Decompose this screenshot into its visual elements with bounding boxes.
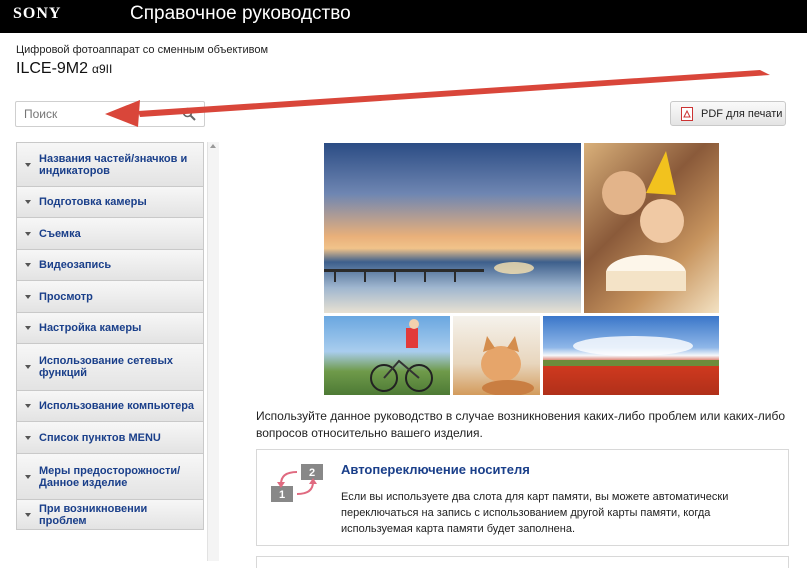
- birthday-photo: [584, 143, 719, 313]
- expand-triangle-icon: [25, 231, 31, 236]
- sidebar-nav: Названия частей/значков и индикаторов Под…: [16, 142, 204, 530]
- memory-card-switch-icon: 2 1: [271, 464, 323, 502]
- sidebar-item-label: Съемка: [39, 227, 81, 240]
- sidebar-item-7[interactable]: Использование компьютера: [16, 390, 204, 421]
- sony-logo[interactable]: SONY: [13, 5, 61, 23]
- sidebar-item-0[interactable]: Названия частей/значков и индикаторов: [16, 142, 204, 186]
- product-subtitle: Цифровой фотоаппарат со сменным объектив…: [16, 44, 269, 56]
- next-feature-card[interactable]: [256, 556, 789, 568]
- intro-text: Используйте данное руководство в случае …: [256, 409, 786, 440]
- sidebar-item-9[interactable]: Меры предосторожности/ Данное изделие: [16, 453, 204, 499]
- sidebar-item-label: При возникновении проблем: [39, 502, 148, 527]
- expand-triangle-icon: [25, 435, 31, 440]
- sidebar-item-5[interactable]: Настройка камеры: [16, 312, 204, 343]
- sidebar-item-4[interactable]: Просмотр: [16, 280, 204, 312]
- sidebar-scrollbar[interactable]: [207, 142, 219, 561]
- search-icon[interactable]: [182, 107, 196, 121]
- sidebar-item-8[interactable]: Список пунктов MENU: [16, 421, 204, 453]
- pdf-button-label: PDF для печати: [701, 108, 783, 120]
- cat-photo: [453, 316, 540, 395]
- scroll-up-arrow-icon[interactable]: [210, 144, 216, 148]
- expand-triangle-icon: [25, 200, 31, 204]
- model-alt-name: α9II: [92, 62, 113, 76]
- expand-triangle-icon: [25, 512, 31, 517]
- sidebar-item-2[interactable]: Съемка: [16, 217, 204, 249]
- sidebar-item-6[interactable]: Использование сетевых функций: [16, 343, 204, 390]
- model-name: ILCE-9M2: [16, 60, 89, 77]
- top-bar: SONY Справочное руководство: [0, 0, 807, 33]
- sidebar-item-label: Названия частей/значков и индикаторов: [39, 152, 188, 177]
- feature-card-title[interactable]: Автопереключение носителя: [341, 462, 530, 477]
- poppy-field-photo: [543, 316, 719, 395]
- expand-triangle-icon: [25, 365, 31, 369]
- sidebar-item-3[interactable]: Видеозапись: [16, 249, 204, 280]
- expand-triangle-icon: [25, 404, 31, 408]
- card-icon-label-2: 2: [309, 467, 315, 479]
- sidebar-item-label: Настройка камеры: [39, 322, 142, 334]
- expand-triangle-icon: [25, 162, 31, 167]
- expand-triangle-icon: [25, 294, 31, 299]
- sidebar-item-label: Использование компьютера: [39, 400, 195, 412]
- expand-triangle-icon: [25, 474, 31, 479]
- cyclist-photo: [324, 316, 450, 395]
- sidebar-item-label: Меры предосторожности/ Данное изделие: [39, 464, 181, 489]
- sidebar-item-label: Видеозапись: [39, 259, 112, 271]
- sidebar-item-label: Использование сетевых функций: [39, 355, 173, 379]
- expand-triangle-icon: [25, 263, 31, 267]
- sidebar-item-1[interactable]: Подготовка камеры: [16, 186, 204, 217]
- sidebar-item-10[interactable]: При возникновении проблем: [16, 499, 204, 530]
- feature-card-description: Если вы используете два слота для карт п…: [341, 491, 729, 535]
- hero-image-collage: [324, 143, 719, 395]
- card-icon-label-1: 1: [279, 489, 285, 501]
- pdf-print-button[interactable]: PDF для печати: [670, 101, 786, 126]
- product-model: ILCE-9M2 α9II: [16, 60, 112, 78]
- pdf-icon: [681, 107, 693, 121]
- sidebar-item-label: Список пунктов MENU: [39, 431, 161, 444]
- app-title: Справочное руководство: [130, 3, 351, 24]
- sidebar-item-label: Подготовка камеры: [39, 196, 147, 208]
- sidebar-item-label: Просмотр: [39, 290, 93, 303]
- search-box[interactable]: [15, 101, 205, 127]
- sunset-pier-photo: [324, 143, 581, 313]
- feature-card-media-switch[interactable]: 2 1 Автопереключение носителя Если вы ис…: [256, 449, 789, 546]
- search-input[interactable]: [24, 107, 174, 121]
- expand-triangle-icon: [25, 326, 31, 330]
